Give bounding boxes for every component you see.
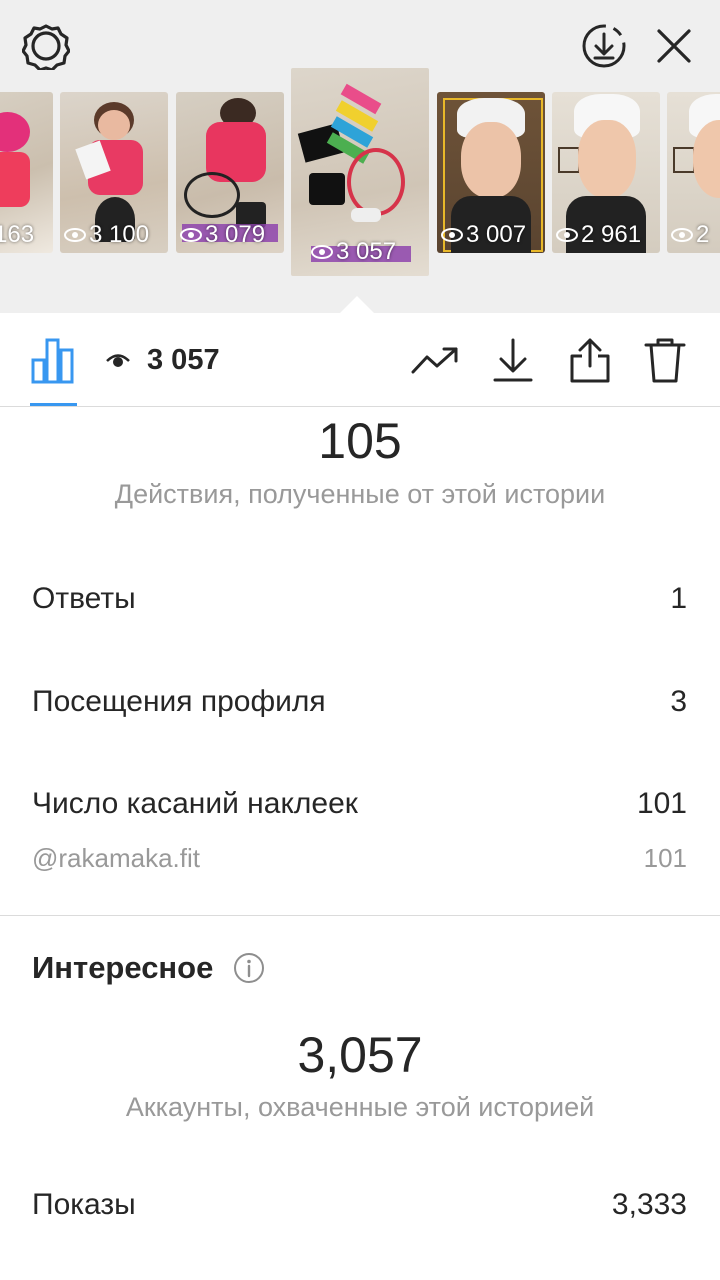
promote-button[interactable]: [410, 337, 460, 383]
eye-icon: [106, 354, 130, 367]
mention-value: 101: [643, 843, 687, 873]
trash-icon: [644, 338, 686, 383]
view-count: 2 961: [556, 221, 641, 249]
eye-icon: [311, 245, 333, 259]
view-count: 3 100: [64, 221, 149, 249]
interactions-total: 105: [318, 413, 402, 469]
section-divider: [0, 915, 720, 916]
close-button[interactable]: [650, 22, 698, 70]
viewers-tab[interactable]: 3 057: [105, 335, 220, 385]
eye-icon: [180, 228, 202, 242]
settings-button[interactable]: [20, 20, 72, 72]
download-icon: [493, 338, 533, 382]
view-count: 3 079: [180, 221, 265, 249]
stat-label: Показы: [32, 1188, 136, 1221]
stat-subrow-mention[interactable]: @rakamaka.fit 101: [32, 843, 687, 874]
stat-row-profile-visits[interactable]: Посещения профиля 3: [32, 685, 687, 719]
story-thumbnail[interactable]: 3 100: [60, 92, 168, 253]
stat-value: 101: [636, 787, 687, 820]
stat-value: 3: [670, 685, 687, 718]
stat-label: Число касаний наклеек: [32, 787, 358, 820]
view-count: 3 057: [311, 238, 396, 266]
view-count: 2: [671, 221, 709, 249]
mention-label: @rakamaka.fit: [32, 843, 200, 873]
share-icon: [570, 338, 610, 383]
stat-row-sticker-taps[interactable]: Число касаний наклеек 101: [32, 787, 687, 821]
active-tab-indicator: [30, 403, 77, 406]
bar-chart-icon: [31, 338, 74, 384]
info-icon[interactable]: [233, 952, 265, 984]
gear-icon: [22, 24, 70, 70]
insights-toolbar: 3 057: [0, 313, 720, 407]
share-button[interactable]: [565, 335, 615, 385]
story-thumbnail[interactable]: 3 007: [437, 92, 545, 253]
interactions-caption: Действия, полученные от этой истории: [114, 479, 606, 509]
stat-row-impressions[interactable]: Показы 3,333: [32, 1188, 687, 1222]
story-strip-area: 3 163 3 100 3 079: [0, 0, 720, 313]
eye-icon: [441, 228, 463, 242]
story-thumbnails[interactable]: 3 163 3 100 3 079: [0, 68, 720, 283]
stat-value: 1: [670, 582, 687, 615]
eye-icon: [64, 228, 86, 242]
view-count: 3 163: [0, 221, 35, 248]
views-count: 3 057: [147, 343, 220, 376]
eye-icon: [671, 228, 693, 242]
reach-caption: Аккаунты, охваченные этой историей: [125, 1092, 595, 1122]
view-count: 3 007: [441, 221, 526, 249]
stat-row-replies[interactable]: Ответы 1: [32, 582, 687, 616]
story-thumbnail-selected[interactable]: 3 057: [291, 68, 429, 276]
close-icon: [657, 29, 691, 63]
discovery-title: Интересное: [32, 950, 214, 985]
insights-tab[interactable]: [28, 335, 78, 385]
story-thumbnail[interactable]: 3 163: [0, 92, 53, 253]
delete-button[interactable]: [640, 335, 690, 385]
stat-label: Ответы: [32, 582, 136, 615]
save-story-button[interactable]: [580, 22, 628, 70]
stat-value: 3,333: [611, 1188, 687, 1221]
reach-total: 3,057: [297, 1027, 423, 1083]
story-thumbnail[interactable]: 2 961: [552, 92, 660, 253]
download-button[interactable]: [488, 335, 538, 385]
selection-pointer: [340, 296, 374, 313]
download-circle-icon: [582, 24, 626, 68]
discovery-header: Интересное: [32, 950, 265, 986]
story-thumbnail[interactable]: 2: [667, 92, 720, 253]
trending-up-icon: [411, 347, 458, 374]
eye-icon: [556, 228, 578, 242]
stat-label: Посещения профиля: [32, 685, 326, 718]
story-thumbnail[interactable]: 3 079: [176, 92, 284, 253]
